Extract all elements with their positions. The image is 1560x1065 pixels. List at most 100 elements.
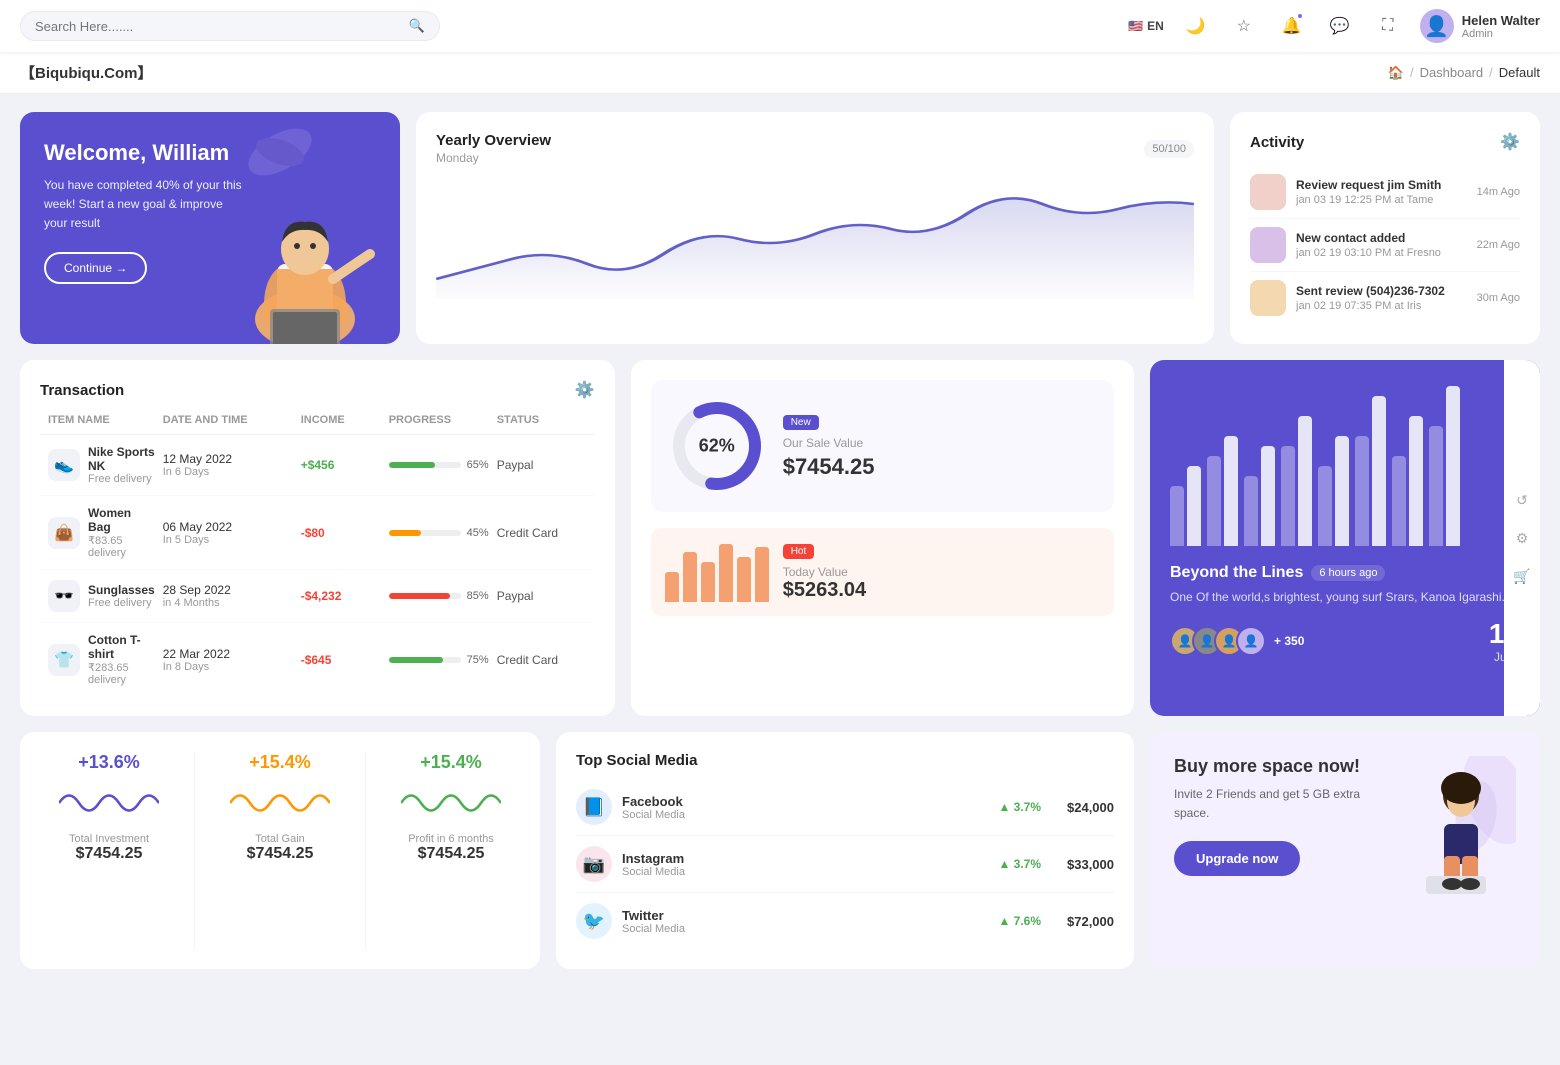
item-date: 12 May 2022 In 6 Days <box>163 452 293 478</box>
activity-item: Sent review (504)236-7302 jan 02 19 07:3… <box>1250 272 1520 324</box>
user-name: Helen Walter <box>1462 13 1540 28</box>
side-icon-cart[interactable]: 🛒 <box>1508 562 1536 590</box>
wave-1 <box>59 783 159 823</box>
row-2: Transaction ⚙️ Item Name Date and Time I… <box>20 360 1540 716</box>
yearly-overview-card: Yearly Overview Monday 50/100 <box>416 112 1214 344</box>
item-status: Credit Card <box>497 526 587 540</box>
row-3: +13.6% Total Investment $7454.25 +15.4% … <box>20 732 1540 969</box>
row-1: Welcome, William You have completed 40% … <box>20 112 1540 344</box>
stat-value-2: $7454.25 <box>211 845 349 863</box>
activity-thumb <box>1250 280 1286 316</box>
stat-pct-1: +13.6% <box>40 752 178 773</box>
avatars: 👤 👤 👤 👤 <box>1170 626 1266 656</box>
breadcrumb-dashboard[interactable]: Dashboard <box>1420 65 1484 80</box>
beyond-time: 6 hours ago <box>1311 565 1385 581</box>
item-date: 06 May 2022 In 5 Days <box>163 520 293 546</box>
side-icon-settings[interactable]: ⚙ <box>1508 524 1536 552</box>
notifications-button[interactable]: 🔔 <box>1276 10 1308 42</box>
item-info: 👕 Cotton T-shirt ₹283.65 delivery <box>48 633 155 686</box>
transaction-settings-icon[interactable]: ⚙️ <box>575 380 595 400</box>
beyond-card: Beyond the Lines 6 hours ago One Of the … <box>1150 360 1540 716</box>
today-label: Today Value <box>783 565 866 579</box>
item-info: 🕶️ Sunglasses Free delivery <box>48 580 155 612</box>
donut-chart: 62% <box>667 396 767 496</box>
today-amount: $5263.04 <box>783 579 866 602</box>
activity-sub-text: jan 03 19 12:25 PM at Tame <box>1296 194 1467 206</box>
social-pct: ▲ 7.6% <box>998 914 1041 928</box>
bar-2 <box>683 552 697 602</box>
activity-time: 22m Ago <box>1477 239 1520 251</box>
social-amount: $24,000 <box>1067 800 1114 815</box>
table-row: 👟 Nike Sports NK Free delivery 12 May 20… <box>40 435 595 496</box>
welcome-card: Welcome, William You have completed 40% … <box>20 112 400 344</box>
fullscreen-icon[interactable]: ⛶ <box>1372 10 1404 42</box>
item-progress: 75% <box>389 654 489 666</box>
bar-5 <box>737 557 751 602</box>
sub-nav: 【Biqubiqu.Com】 🏠 / Dashboard / Default <box>0 52 1560 94</box>
plus-more: + 350 <box>1274 634 1304 648</box>
user-profile[interactable]: 👤 Helen Walter Admin <box>1420 9 1540 43</box>
star-icon[interactable]: ☆ <box>1228 10 1260 42</box>
item-date: 28 Sep 2022 in 4 Months <box>163 583 293 609</box>
buyspace-description: Invite 2 Friends and get 5 GB extra spac… <box>1174 785 1370 823</box>
activity-time: 14m Ago <box>1477 186 1520 198</box>
social-pct: ▲ 3.7% <box>998 857 1041 871</box>
item-date: 22 Mar 2022 In 8 Days <box>163 647 293 673</box>
social-pct: ▲ 3.7% <box>998 800 1041 814</box>
buyspace-illustration <box>1386 756 1516 896</box>
dark-mode-toggle[interactable]: 🌙 <box>1180 10 1212 42</box>
item-sub: Free delivery <box>88 473 155 485</box>
stat-pct-2: +15.4% <box>211 752 349 773</box>
upgrade-button[interactable]: Upgrade now <box>1174 841 1300 876</box>
side-icon-refresh[interactable]: ↺ <box>1508 486 1536 514</box>
item-sub: Free delivery <box>88 597 155 609</box>
stats-card: +13.6% Total Investment $7454.25 +15.4% … <box>20 732 540 969</box>
th-item: Item Name <box>48 414 155 426</box>
continue-button[interactable]: Continue → <box>44 252 147 284</box>
activity-info: Review request jim Smith jan 03 19 12:25… <box>1296 178 1467 206</box>
yearly-subtitle: Monday <box>436 151 551 165</box>
beyond-description: One Of the world,s brightest, young surf… <box>1170 588 1520 606</box>
chat-icon[interactable]: 💬 <box>1324 10 1356 42</box>
side-panel-icons: ↺ ⚙ 🛒 <box>1504 360 1540 716</box>
notification-dot <box>1296 12 1304 20</box>
mini-bar-chart <box>665 542 769 602</box>
activity-settings-icon[interactable]: ⚙️ <box>1500 132 1520 152</box>
bar-6 <box>755 547 769 602</box>
activity-thumb <box>1250 227 1286 263</box>
activity-time: 30m Ago <box>1477 292 1520 304</box>
item-icon: 👟 <box>48 449 80 481</box>
activity-sub-text: jan 02 19 03:10 PM at Fresno <box>1296 247 1467 259</box>
activity-list: Review request jim Smith jan 03 19 12:25… <box>1250 166 1520 324</box>
activity-title-text: New contact added <box>1296 231 1467 245</box>
beyond-title: Beyond the Lines <box>1170 564 1303 582</box>
avatar: 👤 <box>1420 9 1454 43</box>
social-info: Facebook Social Media <box>622 794 685 821</box>
th-progress: Progress <box>389 414 489 426</box>
sale-amount: $7454.25 <box>783 454 875 480</box>
stat-value-1: $7454.25 <box>40 845 178 863</box>
brand-logo: 【Biqubiqu.Com】 <box>20 62 152 83</box>
transaction-header: Transaction ⚙️ <box>40 380 595 400</box>
today-value-section: Hot Today Value $5263.04 <box>651 528 1114 616</box>
home-icon[interactable]: 🏠 <box>1388 65 1404 81</box>
search-box[interactable]: 🔍 <box>20 11 440 41</box>
social-info: Twitter Social Media <box>622 908 685 935</box>
language-selector[interactable]: 🇺🇸 EN <box>1128 19 1164 33</box>
item-info: 👟 Nike Sports NK Free delivery <box>48 445 155 485</box>
item-progress: 85% <box>389 590 489 602</box>
social-row: 📷 Instagram Social Media ▲ 3.7% $33,000 <box>576 836 1114 893</box>
item-icon: 👜 <box>48 517 80 549</box>
yearly-title: Yearly Overview <box>436 132 551 149</box>
search-input[interactable] <box>35 19 409 34</box>
stat-gain: +15.4% Total Gain $7454.25 <box>211 752 349 949</box>
item-name: Cotton T-shirt <box>88 633 155 661</box>
wave-2 <box>230 783 330 823</box>
beyond-footer: 👤 👤 👤 👤 + 350 10 June <box>1170 618 1520 664</box>
avatar-4: 👤 <box>1236 626 1266 656</box>
social-row: 📘 Facebook Social Media ▲ 3.7% $24,000 <box>576 779 1114 836</box>
social-title: Top Social Media <box>576 752 1114 769</box>
stat-investment: +13.6% Total Investment $7454.25 <box>40 752 178 949</box>
social-platform-icon: 📘 <box>576 789 612 825</box>
bar-3 <box>701 562 715 602</box>
